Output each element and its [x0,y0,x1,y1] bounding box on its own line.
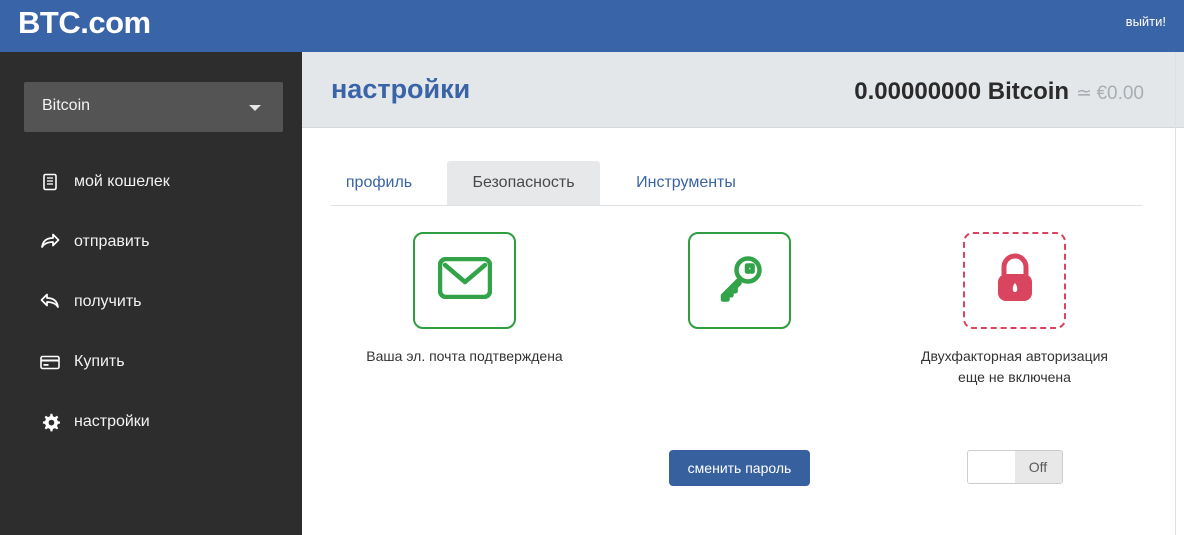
brand-logo[interactable]: BTC.com [18,5,151,41]
email-caption-line: Ваша эл. почта подтверждена [366,348,563,364]
sidebar-nav: мой кошелек отправить получить Купить на… [0,152,302,452]
balance-amount: 0.00000000 Bitcoin [854,78,1070,105]
sidebar-item-settings[interactable]: настройки [0,392,302,452]
sidebar-item-label: настройки [74,413,150,430]
tab-profile[interactable]: профиль [331,161,427,205]
logout-link[interactable]: выйти! [1126,14,1166,29]
email-status-caption: Ваша эл. почта подтверждена [327,346,602,367]
two-factor-caption-line1: Двухфакторная авторизация [920,348,1109,364]
page-header: настройки 0.00000000 Bitcoin ≃ €0.00 [302,52,1184,128]
sidebar-item-label: отправить [74,233,150,250]
sidebar-item-my-wallet[interactable]: мой кошелек [0,152,302,212]
two-factor-caption-line2: еще не включена [958,369,1071,385]
two-factor-caption: Двухфакторная авторизация еще не включен… [877,346,1152,388]
two-factor-status-box [963,232,1066,329]
sidebar-item-label: получить [74,293,142,310]
security-cards: Ваша эл. почта подтверждена сменить паро… [302,232,1184,522]
sidebar-item-buy[interactable]: Купить [0,332,302,392]
sidebar-item-send[interactable]: отправить [0,212,302,272]
wallet-document-icon [40,172,60,192]
balance-display: 0.00000000 Bitcoin ≃ €0.00 [854,78,1144,106]
send-arrow-icon [40,232,60,252]
approx-symbol: ≃ [1076,83,1092,104]
toggle-state-label: Off [1014,451,1062,483]
email-status-box [413,232,516,329]
coin-selector-dropdown[interactable]: Bitcoin [24,82,283,132]
two-factor-card: Двухфакторная авторизация еще не включен… [877,232,1152,484]
balance-fiat: €0.00 [1096,83,1144,104]
sidebar-item-label: Купить [74,353,125,370]
two-factor-action: Off [877,450,1152,484]
change-password-button[interactable]: сменить пароль [668,450,811,486]
lock-icon [991,252,1039,309]
gear-icon [40,412,60,432]
tab-tools[interactable]: Инструменты [616,161,756,205]
app-window: BTC.com выйти! Bitcoin мой кошелек отпра… [0,0,1184,535]
key-icon [714,252,766,309]
sidebar-item-receive[interactable]: получить [0,272,302,332]
coin-selector-value: Bitcoin [42,97,91,114]
main-content: настройки 0.00000000 Bitcoin ≃ €0.00 проф… [302,52,1184,535]
envelope-icon [437,256,492,304]
page-title: настройки [331,74,471,104]
top-header-bar: BTC.com выйти! [0,0,1184,52]
tab-security[interactable]: Безопасность [447,161,600,205]
content-right-border [1175,52,1176,535]
tab-bar: профиль Безопасность Инструменты [331,161,1142,206]
credit-card-icon [40,352,60,372]
two-factor-toggle[interactable]: Off [966,450,1063,484]
password-card: сменить пароль [602,232,877,486]
sidebar-item-label: мой кошелек [74,173,170,190]
receive-arrow-icon [40,292,60,312]
password-status-box [688,232,791,329]
email-status-card: Ваша эл. почта подтверждена [327,232,602,367]
sidebar: Bitcoin мой кошелек отправить получить К… [0,52,302,535]
password-action: сменить пароль [602,450,877,486]
toggle-knob[interactable] [967,451,1015,483]
chevron-down-icon [249,105,261,111]
